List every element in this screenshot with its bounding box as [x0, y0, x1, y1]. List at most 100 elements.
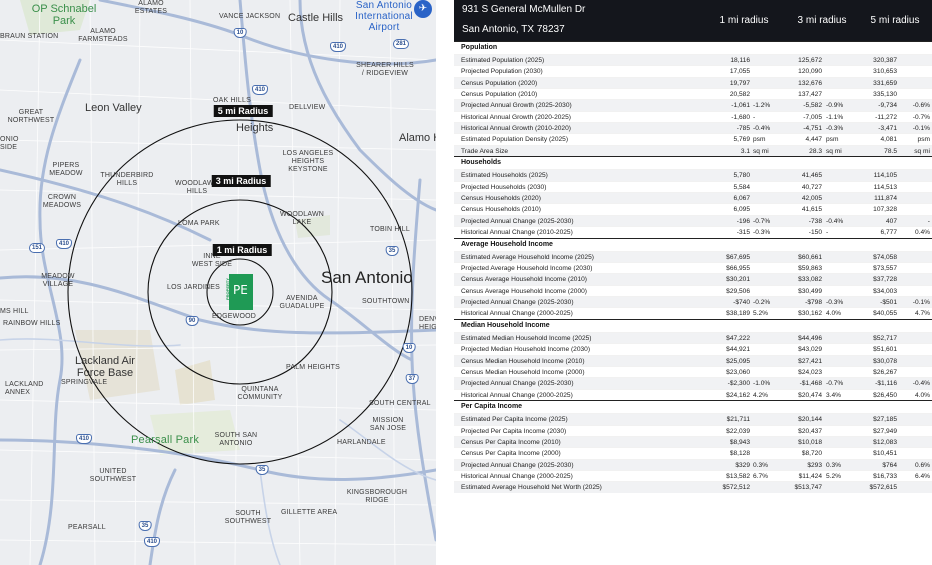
place-southtown: SOUTHTOWN	[362, 298, 410, 305]
section-title: Median Household Income	[461, 321, 550, 329]
highway-shield: 410	[329, 42, 347, 52]
section-households: Households Estimated Households (2025) 5,7…	[454, 156, 932, 237]
place-loma-park: LOMA PARK	[178, 220, 220, 227]
place-rainbow-hills: RAINBOW HILLS	[3, 320, 61, 327]
table-row: Historical Annual Change (2000-2025) $24,…	[454, 388, 932, 400]
place-thunderbird-hills: THUNDERBIRD HILLS	[100, 172, 154, 187]
table-row: Census Per Capita Income (2000) $8,128 $8,…	[454, 447, 932, 458]
table-row: Census Average Household Income (2000) $2…	[454, 284, 932, 296]
table-row: Projected Average Household Income (2030…	[454, 261, 932, 273]
table-row: Estimated Households (2025) 5,780 41,465 11…	[454, 169, 932, 181]
table-row: Historical Annual Change (2000-2025) $38,…	[454, 307, 932, 318]
place-great-northwest: GREAT NORTHWEST	[7, 109, 55, 124]
section-title: Average Household Income	[461, 240, 553, 248]
place-lackland-annex: LACKLAND ANNEX	[5, 381, 44, 396]
address-line-2: San Antonio, TX 78237	[462, 24, 565, 35]
table-row: Census Population (2020) 19,797 132,676 331…	[454, 76, 932, 89]
table-row: Estimated Average Household Net Worth (2…	[454, 481, 932, 493]
highway-shield: 410	[143, 537, 161, 547]
highway-shield: 410	[251, 85, 269, 95]
place-south-southwest: SOUTH SOUTHWEST	[224, 510, 272, 525]
place-united-southwest: UNITED SOUTHWEST	[89, 468, 137, 483]
place-south-san-antonio: SOUTH SAN ANTONIO	[214, 432, 258, 447]
address-line-1: 931 S General McMullen Dr	[462, 4, 586, 15]
table-row: Projected Annual Change (2025-2030) -196-…	[454, 214, 932, 227]
table-row: Estimated Per Capita Income (2025) $21,71…	[454, 413, 932, 425]
place-meadow-village: MEADOW VILLAGE	[41, 273, 75, 288]
place-harlandale: HARLANDALE	[337, 439, 386, 446]
place-palm-heights: PALM HEIGHTS	[286, 364, 341, 371]
report-header: 931 S General McMullen Dr San Antonio, T…	[454, 0, 932, 41]
section-median-household-income: Median Household Income Estimated Median …	[454, 318, 932, 400]
cell-value: $572,615	[869, 484, 897, 492]
place-oak-hills: OAK HILLS	[213, 97, 251, 104]
column-header-5mi: 5 mi radius	[870, 15, 920, 26]
highway-shield: 37	[405, 374, 419, 384]
table-row: Census Average Household Income (2010) $3…	[454, 273, 932, 285]
place-lackland-afb: Lackland Air Force Base	[75, 355, 135, 379]
section-title: Households	[461, 159, 502, 167]
place-kingsborough-ridge: KINGSBOROUGH RIDGE	[346, 489, 408, 504]
place-tobin-hill: TOBIN HILL	[370, 226, 410, 233]
table-row: Projected Annual Change (2025-2030) $329 0…	[454, 458, 932, 470]
place-alamo-heights: Alamo H	[399, 132, 436, 144]
section-title: Per Capita Income	[461, 403, 523, 411]
table-row: Projected Annual Growth (2025-2030) -1,06…	[454, 99, 932, 111]
cell-value: $572,512	[722, 484, 750, 492]
column-header-3mi: 3 mi radius	[797, 15, 847, 26]
place-edgewood: EDGEWOOD	[212, 313, 256, 320]
place-pearsall-park: Pearsall Park	[131, 434, 200, 446]
place-alamo-farmsteads: ALAMO FARMSTEADS	[78, 28, 128, 43]
place-los-angeles-heights: LOS ANGELES HEIGHTS KEYSTONE	[282, 150, 334, 173]
place-alamo-estates: ALAMO ESTATES	[134, 0, 168, 15]
trade-area-map[interactable]: OP Schnabel Park ALAMO ESTATES VANCE JAC…	[0, 0, 436, 565]
place-ms-hill: MS HILL	[0, 308, 29, 315]
place-san-antonio: San Antonio	[321, 268, 413, 287]
table-row: Estimated Population Density (2025) 5,769…	[454, 133, 932, 144]
place-crown-meadows: CROWN MEADOWS	[42, 194, 82, 209]
marker-logo-icon: PE	[233, 283, 248, 297]
place-avenida-guadalupe: AVENIDA GUADALUPE	[279, 295, 325, 310]
section-per-capita-income: Per Capita Income Estimated Per Capita In…	[454, 400, 932, 493]
cell-value: $513,747	[794, 484, 822, 492]
highway-shield: 410	[75, 434, 93, 444]
marker-side-text: PROPERTY	[225, 278, 230, 301]
table-row: Historical Annual Growth (2020-2025) -1,6…	[454, 110, 932, 122]
table-row: Projected Per Capita Income (2030) $22,03…	[454, 424, 932, 436]
highway-shield: 35	[385, 246, 399, 256]
place-pipers-meadow: PIPERS MEADOW	[49, 162, 83, 177]
place-shearer-hills: SHEARER HILLS / RIDGEVIEW	[356, 62, 414, 77]
place-dellview: DELLVIEW	[289, 104, 326, 111]
table-row: Historical Annual Growth (2010-2020) -785…	[454, 122, 932, 134]
table-row: Census Households (2020) 6,067 42,005 111,8…	[454, 192, 932, 204]
table-row: Historical Annual Change (2010-2025) -315…	[454, 226, 932, 237]
table-row: Projected Annual Change (2025-2030) -$740…	[454, 296, 932, 308]
table-row: Projected Population (2030) 17,055 120,090…	[454, 65, 932, 76]
place-airport: San Antonio International Airport	[355, 0, 413, 33]
place-springvale: SPRINGVALE	[61, 379, 108, 386]
place-vance-jackson: VANCE JACKSON	[219, 13, 281, 20]
place-jefferson-heights: Heights	[236, 122, 274, 134]
table-row: Census Median Household Income (2000) $23…	[454, 365, 932, 377]
table-row: Projected Households (2030) 5,584 40,727 11…	[454, 180, 932, 192]
highway-shield: 35	[255, 465, 269, 475]
place-op-schnabel-park: OP Schnabel Park	[31, 3, 97, 27]
place-braun-station: BRAUN STATION	[0, 33, 59, 40]
row-label: Estimated Average Household Net Worth (2…	[461, 484, 602, 492]
place-leon-valley: Leon Valley	[85, 102, 142, 114]
table-row: Census Median Household Income (2010) $25…	[454, 354, 932, 366]
place-denver-heights: DENV HEIG	[419, 316, 436, 331]
table-row: Census Per Capita Income (2010) $8,943 $10…	[454, 435, 932, 448]
property-marker[interactable]: PROPERTY PE	[225, 274, 253, 310]
radius-label-3mi: 3 mi Radius	[211, 175, 271, 187]
radius-label-1mi: 1 mi Radius	[212, 244, 272, 256]
highway-shield: 35	[138, 521, 152, 531]
place-castle-hills: Castle Hills	[288, 12, 344, 24]
table-row: Projected Median Household Income (2030)…	[454, 343, 932, 354]
highway-shield: 151	[28, 243, 46, 253]
section-title: Population	[461, 44, 498, 51]
table-row: Estimated Median Household Income (2025)…	[454, 331, 932, 344]
table-row: Census Households (2010) 6,095 41,615 107,3…	[454, 203, 932, 214]
place-gillette-area: GILLETTE AREA	[281, 509, 338, 516]
highway-shield: 410	[55, 239, 73, 249]
